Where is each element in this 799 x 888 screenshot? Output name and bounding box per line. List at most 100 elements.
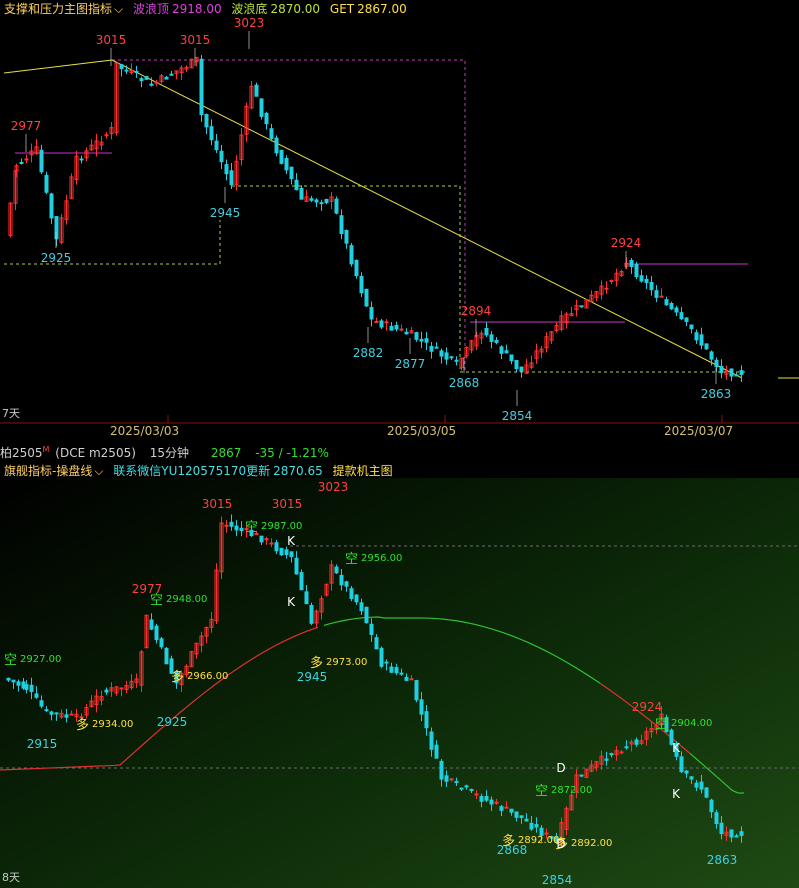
candle-body [734, 835, 739, 838]
candle-body [309, 604, 314, 624]
candle-body [419, 699, 424, 715]
date-tick-1: 2025/03/05 [387, 424, 457, 438]
trend-line-main [111, 59, 743, 379]
candle-body [149, 83, 154, 86]
k-d-marker: K [287, 534, 296, 548]
candle-body [214, 140, 219, 151]
bottom-indicator-header: 旗舰指标-操盘线 ⌵ 联系微信YU120575170更新 2870.65 提款机主图 [4, 462, 399, 479]
candle-body [679, 312, 684, 320]
candle-body [489, 334, 494, 342]
candle-body [734, 374, 739, 377]
price-annotation: 2854 [502, 409, 533, 423]
candle-body [44, 174, 49, 193]
candle-body [204, 114, 209, 128]
signal-value: 2904.00 [671, 718, 712, 729]
price-annotation: 2977 [11, 119, 42, 133]
exchange-code: (DCE m2505) [55, 446, 136, 460]
candle-body [54, 712, 59, 715]
candle-body [479, 796, 484, 802]
candle-body [394, 667, 399, 674]
candle-body [459, 787, 464, 790]
candle-body [284, 549, 289, 556]
candle-body [509, 808, 514, 813]
candle-body [294, 557, 299, 575]
price-annotation: 2854 [542, 873, 573, 887]
candle-body [504, 806, 509, 809]
candle-body [339, 215, 344, 235]
signal-marker: 空 [345, 552, 358, 567]
candle-body [399, 328, 404, 331]
candle-body [579, 774, 584, 777]
candle-body [39, 700, 44, 707]
price-annotation: 2868 [449, 376, 480, 390]
candle-body [274, 137, 279, 154]
candle-body [409, 678, 414, 681]
price-annotation: 2925 [157, 715, 188, 729]
contract-name: 柏2505M [0, 445, 49, 460]
candle-body [164, 647, 169, 665]
candle-body [259, 98, 264, 117]
candle-body [684, 770, 689, 774]
candle-body [354, 594, 359, 603]
candle-body [254, 84, 259, 97]
candle-body [694, 332, 699, 341]
price-annotation: 2925 [41, 251, 72, 265]
candle-body [714, 812, 719, 825]
candle-body [24, 158, 29, 161]
candle-body [494, 339, 499, 343]
signal-marker: 多 [310, 655, 323, 671]
candle-body [359, 275, 364, 294]
candle-body [299, 187, 304, 200]
candle-body [24, 684, 29, 690]
date-tick-2: 2025/03/07 [664, 424, 734, 438]
price-annotation: 2877 [395, 357, 426, 371]
candle-body [414, 332, 419, 340]
top-candlestick-chart: 3015 3015 3023 2977 2945 2925 2924 2894 2882 2877… [0, 16, 799, 424]
signal-value: 2892.00 [518, 835, 559, 846]
candle-body [209, 126, 214, 141]
candle-body [659, 295, 664, 298]
price-annotation: 2863 [701, 387, 732, 401]
signal-value: 2987.00 [261, 521, 302, 532]
candle-body [369, 307, 374, 320]
candle-body [199, 58, 204, 115]
period-selector[interactable]: 15分钟 [150, 446, 189, 460]
candle-body [449, 356, 454, 359]
chevron-down-icon[interactable]: ⌵ [94, 464, 103, 478]
price-annotation: 2924 [611, 236, 642, 250]
candle-body [104, 689, 109, 693]
candle-body [604, 287, 609, 290]
candle-body [729, 368, 734, 377]
k-d-marker: K [672, 741, 681, 755]
candle-body [159, 638, 164, 648]
candle-body [389, 666, 394, 673]
candle-body [624, 746, 629, 749]
candle-body [414, 680, 419, 701]
candle-body [219, 150, 224, 163]
price-annotation: 2915 [27, 737, 58, 751]
candle-body [654, 290, 659, 298]
bottom-candlestick-chart: 3015 301530232977294529252915292428682854… [0, 478, 799, 888]
candle-body [439, 760, 444, 780]
price-annotation: 2945 [210, 206, 241, 220]
candle-body [469, 788, 474, 791]
candle-body [639, 275, 644, 282]
candle-body [49, 711, 54, 715]
trend-line-left [3, 59, 113, 74]
candle-body [484, 328, 489, 336]
candle-body [11, 679, 16, 683]
candle-body [684, 317, 689, 322]
candle-body [119, 64, 124, 70]
candle-body [609, 280, 614, 283]
candle-body [704, 787, 709, 798]
candle-body [429, 346, 434, 352]
resistance-box [112, 59, 466, 372]
signal-value: 2927.00 [20, 654, 61, 665]
candle-body [714, 359, 719, 368]
candle-body [349, 245, 354, 265]
candle-body [169, 73, 174, 76]
bottom-indicator-name[interactable]: 旗舰指标-操盘线 ⌵ [4, 464, 107, 478]
candle-body [369, 623, 374, 635]
signal-marker: 空 [245, 520, 258, 535]
candle-body [319, 202, 324, 205]
